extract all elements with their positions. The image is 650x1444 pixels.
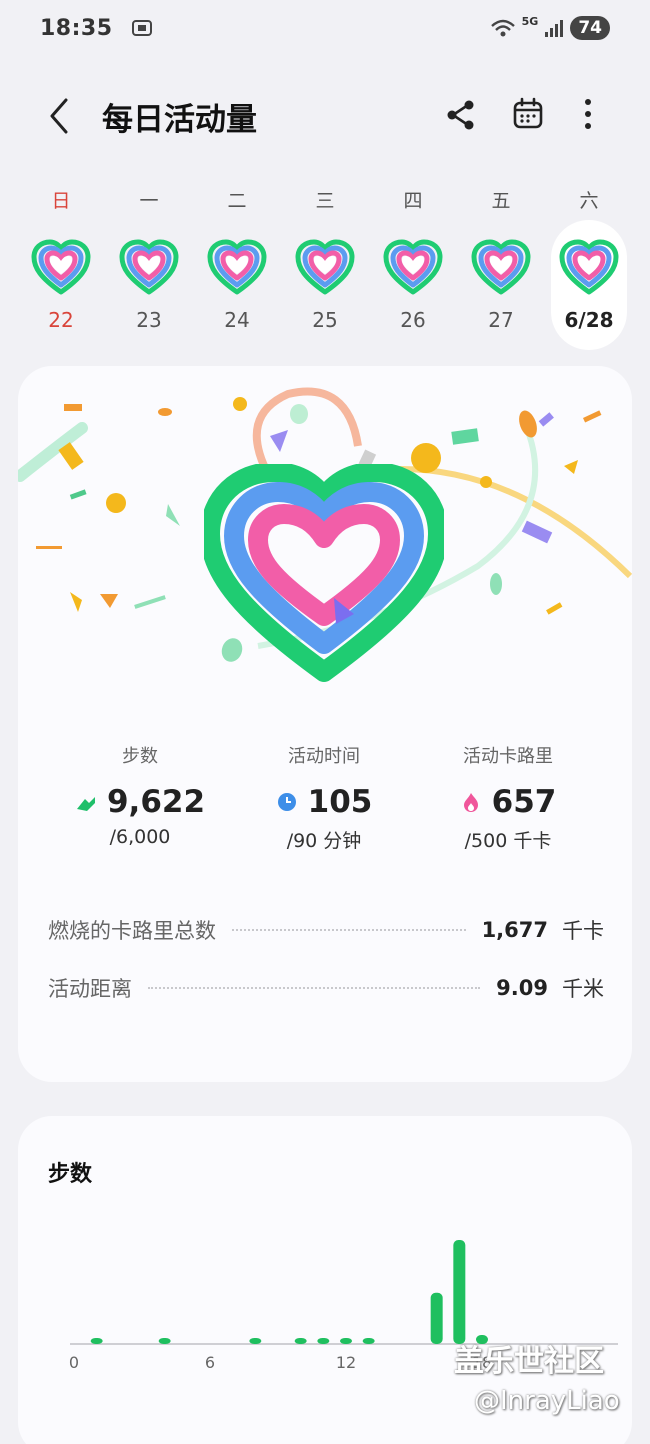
distance-label: 活动距离	[48, 977, 132, 1001]
status-time: 18:35	[40, 15, 113, 41]
steps-label: 步数	[122, 746, 158, 767]
total-calories-value: 1,677	[481, 918, 548, 942]
steps-bar	[158, 1338, 171, 1344]
steps-bar	[294, 1338, 307, 1344]
network-type: 5G	[521, 14, 539, 28]
activity-rings-heart	[204, 464, 444, 682]
date-label: 26	[400, 308, 426, 332]
weekday-label: 二	[227, 190, 247, 212]
x-tick-label: 12	[336, 1353, 356, 1372]
steps-goal: /6,000	[109, 826, 171, 848]
battery-level: 74	[570, 16, 610, 40]
active-calories-stat[interactable]: 活动卡路里 657 /500 千卡	[408, 742, 608, 853]
day-item[interactable]: 一 23	[111, 178, 187, 354]
distance-row[interactable]: 活动距离 9.09 千米	[48, 968, 604, 1008]
steps-bar	[362, 1338, 375, 1344]
day-activity-heart-icon	[31, 239, 91, 295]
active-calories-label: 活动卡路里	[463, 746, 553, 767]
day-activity-heart-icon	[383, 239, 443, 295]
day-activity-heart-icon	[471, 239, 531, 295]
steps-bar	[249, 1338, 262, 1344]
day-activity-heart-icon	[207, 239, 267, 295]
steps-bar	[430, 1292, 443, 1344]
shoe-icon	[76, 797, 95, 811]
dotted-leader	[148, 987, 481, 989]
active-time-goal: /90 分钟	[286, 830, 362, 852]
date-label: 22	[48, 308, 74, 332]
dotted-leader	[232, 929, 466, 931]
watermark-logo-text: 盖乐世社区	[454, 1344, 604, 1379]
more-vertical-icon[interactable]	[574, 96, 602, 132]
app-bar: 每日活动量	[0, 80, 650, 150]
day-item[interactable]: 日 22	[23, 178, 99, 354]
day-item[interactable]: 二 24	[199, 178, 275, 354]
steps-value: 9,622	[106, 784, 206, 820]
date-label: 27	[488, 308, 514, 332]
calendar-icon[interactable]	[510, 96, 546, 132]
steps-bar	[317, 1338, 330, 1344]
total-calories-row[interactable]: 燃烧的卡路里总数 1,677 千卡	[48, 910, 604, 950]
steps-bar	[340, 1338, 352, 1344]
day-activity-heart-icon	[559, 239, 619, 295]
active-time-stat[interactable]: 活动时间 105 /90 分钟	[224, 742, 424, 853]
share-icon[interactable]	[444, 98, 478, 132]
clock-icon	[277, 793, 296, 811]
day-item[interactable]: 五 27	[463, 178, 539, 354]
week-selector: 日 22 一 23 二 24 三 25 四 26 五 27 六 6/28	[0, 178, 650, 358]
page-title: 每日活动量	[102, 102, 257, 138]
status-bar: 18:35 5G 74	[0, 0, 650, 56]
distance-unit: 千米	[562, 977, 604, 1001]
date-label: 23	[136, 308, 162, 332]
active-time-label: 活动时间	[288, 746, 360, 767]
flame-icon	[463, 793, 478, 812]
steps-bar	[90, 1338, 103, 1344]
day-activity-heart-icon	[295, 239, 355, 295]
signal-icon	[545, 20, 564, 37]
x-tick-label: 0	[69, 1353, 79, 1372]
day-item[interactable]: 四 26	[375, 178, 451, 354]
weekday-label: 五	[491, 190, 511, 212]
active-time-value: 105	[307, 784, 373, 820]
wifi-icon	[490, 19, 515, 37]
date-label: 6/28	[564, 308, 614, 332]
day-item[interactable]: 三 25	[287, 178, 363, 354]
date-label: 25	[312, 308, 338, 332]
steps-stat[interactable]: 步数 9,622 /6,000	[40, 742, 240, 848]
distance-value: 9.09	[496, 976, 548, 1000]
total-calories-label: 燃烧的卡路里总数	[48, 919, 216, 943]
activity-summary-card: 步数 9,622 /6,000 活动时间 105 /90 分钟 活动卡路里 65	[18, 366, 632, 1082]
screen-record-icon	[131, 20, 152, 36]
chevron-left-icon[interactable]	[44, 96, 74, 136]
active-calories-goal: /500 千卡	[464, 830, 552, 852]
x-tick-label: 6	[205, 1353, 215, 1372]
steps-bar	[453, 1240, 466, 1344]
weekday-label: 六	[579, 190, 599, 212]
weekday-label: 四	[403, 190, 423, 212]
watermark-handle: @InrayLiao	[474, 1386, 620, 1416]
total-calories-unit: 千卡	[562, 919, 604, 943]
day-item[interactable]: 六 6/28	[551, 178, 627, 354]
active-calories-value: 657	[491, 784, 557, 820]
weekday-label: 一	[139, 190, 159, 212]
date-label: 24	[224, 308, 250, 332]
weekday-label: 日	[51, 190, 71, 212]
weekday-label: 三	[315, 190, 335, 212]
day-activity-heart-icon	[119, 239, 179, 295]
